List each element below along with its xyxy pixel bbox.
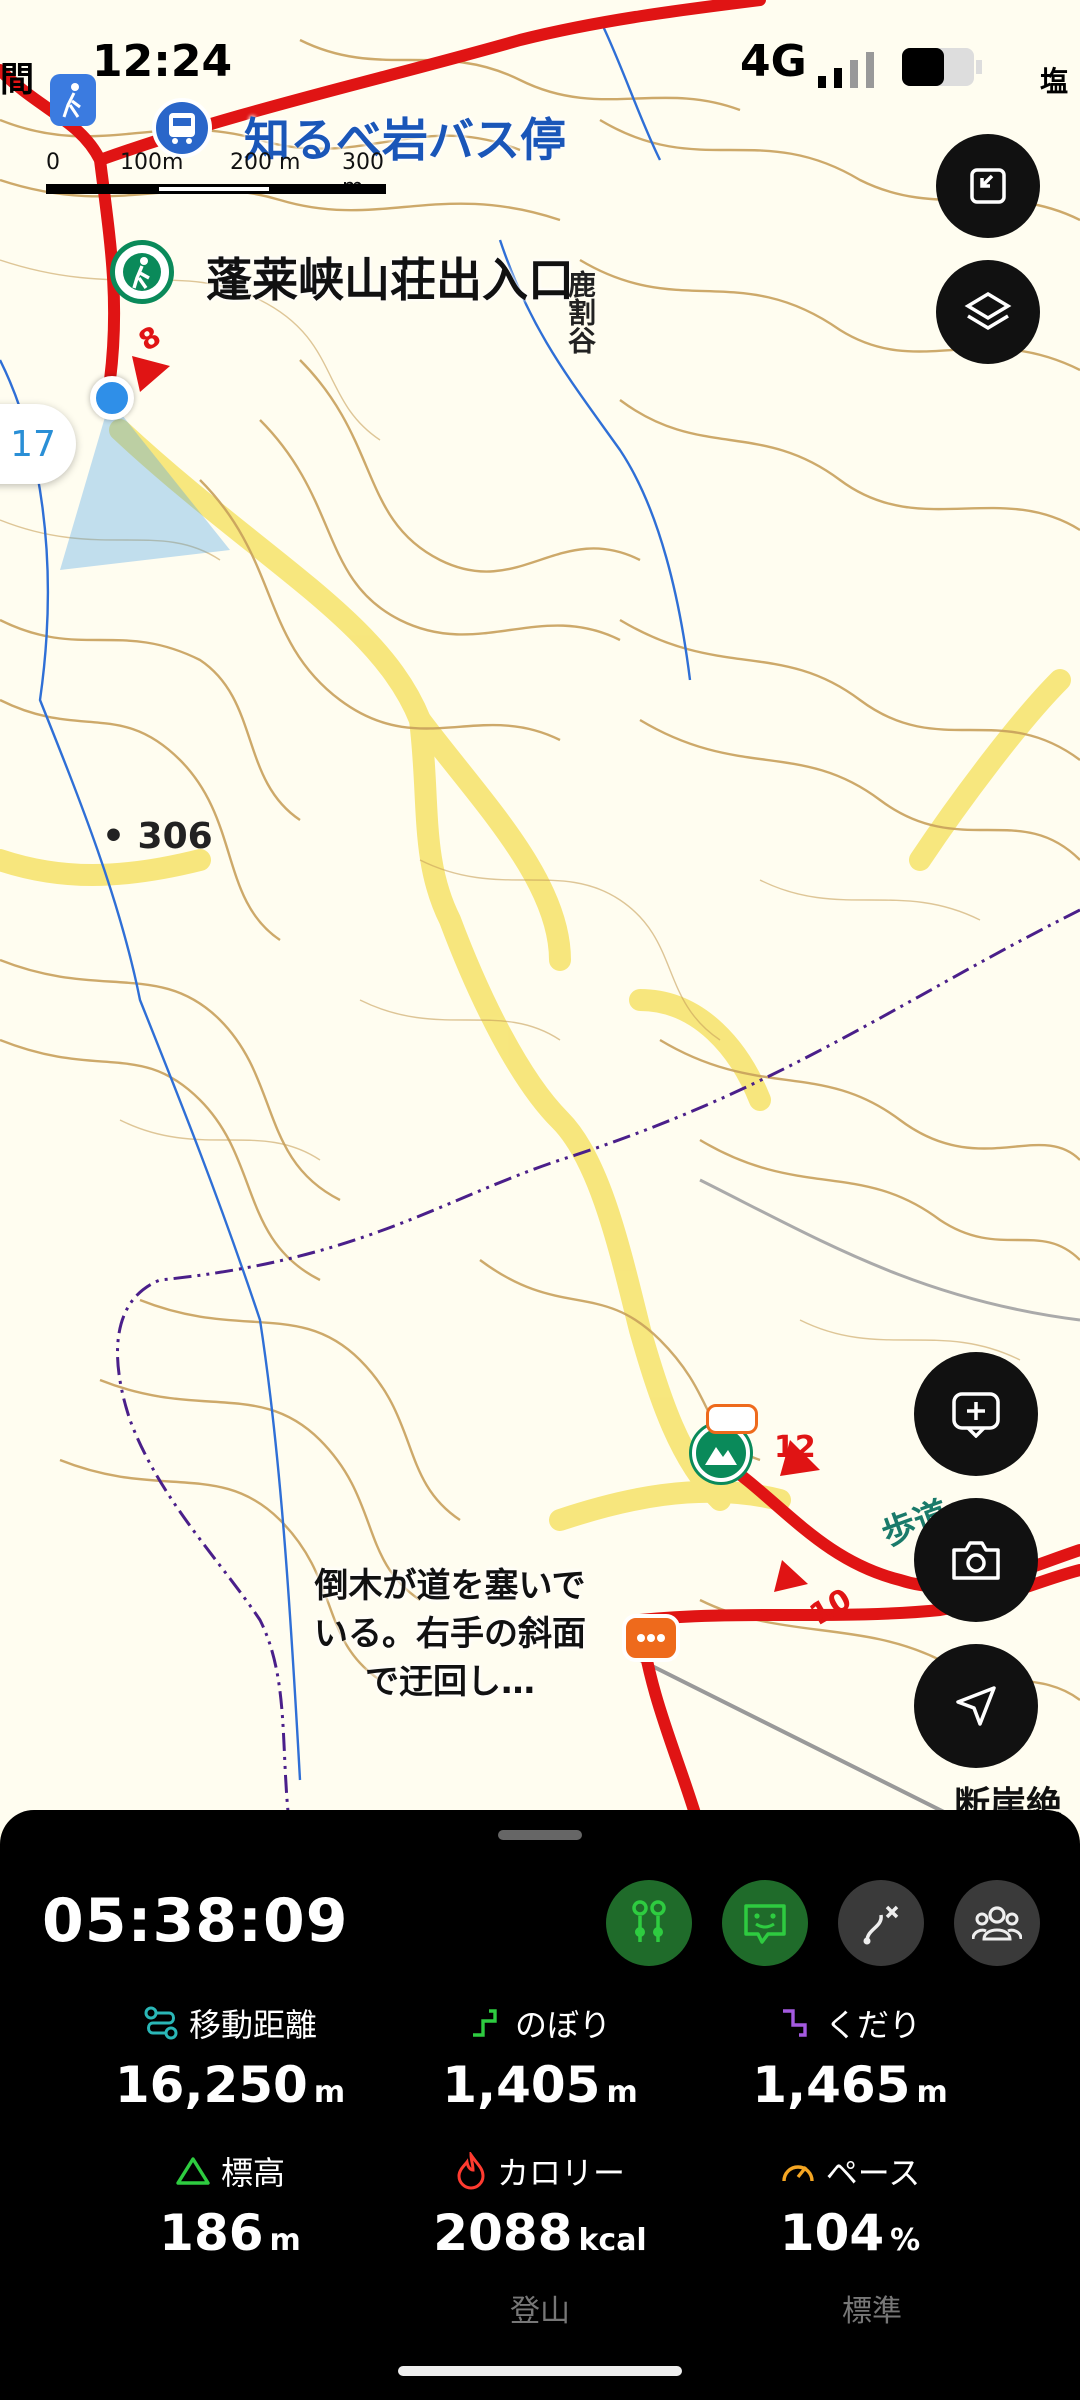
map-view[interactable]: 間 12:24 4G 塩 知るべ岩バス停 0 100m 200 m 300 m … <box>0 0 1080 1830</box>
add-memo-button[interactable] <box>914 1352 1038 1476</box>
scale-tick-0: 0 <box>46 150 60 175</box>
elapsed-time: 05:38:09 <box>42 1886 349 1956</box>
stat-unit: m <box>606 2075 638 2110</box>
gauge-icon <box>782 2165 814 2182</box>
ascent-icon <box>472 2009 497 2037</box>
face-mode-icon <box>744 1904 786 1944</box>
layers-icon <box>964 291 1012 331</box>
stat-ascent: のぼり 1,405 m <box>390 2000 690 2114</box>
stat-calories: カロリー 2088 kcal <box>390 2148 690 2262</box>
stat-value: 104 <box>779 2204 885 2262</box>
spot-elevation-label: • 306 <box>102 816 213 857</box>
current-location-dot <box>90 376 134 420</box>
home-indicator[interactable] <box>398 2366 682 2376</box>
drag-handle[interactable] <box>498 1830 582 1840</box>
stat-unit: m <box>916 2075 948 2110</box>
stat-label: 標高 <box>220 2154 285 2192</box>
stat-label: カロリー <box>496 2154 625 2192</box>
scale-tick-200: 200 m <box>230 150 301 175</box>
face-mode-button[interactable] <box>722 1880 808 1966</box>
stat-descent: くだり 1,465 m <box>700 2000 1000 2114</box>
stat-distance: 移動距離 16,250 m <box>80 2000 380 2114</box>
trailhead-icon[interactable] <box>110 240 174 304</box>
scale-tick-100: 100m <box>120 150 184 175</box>
map-scale-bar: 0 100m 200 m 300 m <box>46 150 396 206</box>
fullscreen-exit-button[interactable] <box>936 134 1040 238</box>
off-route-icon <box>863 1905 899 1945</box>
status-edge-right: 塩 <box>1040 65 1069 98</box>
memo-pin-icon[interactable] <box>706 1404 758 1434</box>
spot-elevation-value: 306 <box>137 816 213 857</box>
comment-pin-icon[interactable] <box>622 1614 680 1662</box>
stat-label: ペース <box>825 2154 921 2192</box>
stat-elevation: 標高 186 m <box>80 2148 380 2262</box>
signal-icon <box>818 52 874 88</box>
route-check-icon <box>632 1900 666 1942</box>
stat-unit: m <box>313 2075 346 2110</box>
tracking-panel: 05:38:09 移動距離 16,250 m のぼり 1,405 m くだり 1,4… <box>0 1810 1080 2400</box>
stat-unit: % <box>890 2223 921 2258</box>
trail-note-label: 倒木が道を塞いでいる。右手の斜面で迂回し… <box>314 1566 586 1702</box>
status-time: 12:24 <box>92 36 233 87</box>
camera-button[interactable] <box>914 1498 1038 1622</box>
flame-icon <box>457 2152 485 2190</box>
route-icon <box>144 2006 178 2040</box>
pace-level: 標準 <box>842 2294 902 2329</box>
stat-value: 2088 <box>433 2204 573 2262</box>
status-bar: 間 12:24 4G 塩 <box>0 30 1080 100</box>
network-type: 4G <box>740 36 807 87</box>
activity-type: 登山 <box>510 2294 570 2329</box>
locate-button[interactable] <box>914 1644 1038 1768</box>
route-check-button[interactable] <box>606 1880 692 1966</box>
bus-stop-icon[interactable] <box>152 98 212 158</box>
navigation-arrow-icon <box>956 1686 996 1726</box>
valley-label: 鹿割谷 <box>564 270 597 354</box>
fullscreen-exit-icon <box>970 168 1006 204</box>
group-icon <box>972 1906 1022 1941</box>
trail-entrance-label: 蓬莱峡山荘出入口 <box>206 253 574 307</box>
stat-value: 1,405 <box>442 2056 601 2114</box>
add-memo-icon <box>952 1392 1000 1438</box>
stat-label: 移動距離 <box>188 2006 317 2044</box>
status-edge-left: 間 <box>0 60 34 100</box>
layers-button[interactable] <box>936 260 1040 364</box>
off-route-button[interactable] <box>838 1880 924 1966</box>
stat-label: のぼり <box>514 2006 611 2044</box>
stat-unit: kcal <box>578 2223 647 2258</box>
stat-unit: m <box>269 2223 301 2258</box>
stat-value: 1,465 <box>752 2056 911 2114</box>
camera-icon <box>952 1541 1000 1580</box>
hiker-sign-icon[interactable] <box>50 74 96 126</box>
stat-value: 186 <box>159 2204 264 2262</box>
route-marker-label: 12 <box>774 1430 816 1465</box>
descent-icon <box>782 2009 807 2037</box>
battery-icon <box>902 48 982 86</box>
group-button[interactable] <box>954 1880 1040 1966</box>
stat-value: 16,250 <box>114 2056 308 2114</box>
stat-label: くだり <box>824 2006 921 2044</box>
mountain-icon <box>176 2157 210 2185</box>
stat-pace: ペース 104% <box>700 2148 1000 2262</box>
